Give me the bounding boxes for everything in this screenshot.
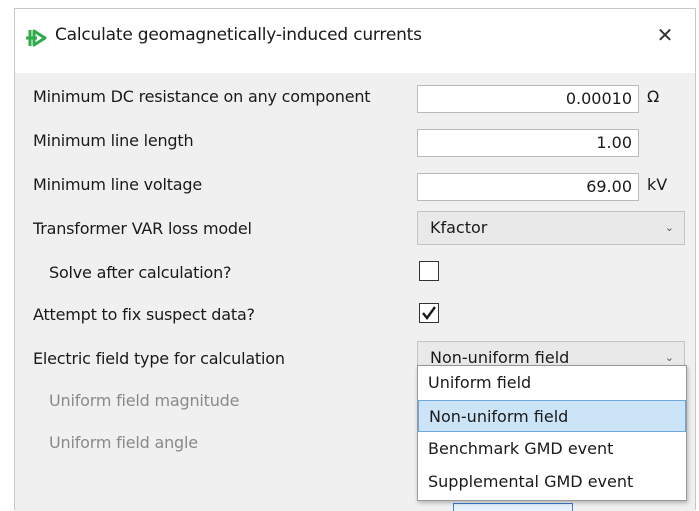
gic-dialog: Calculate geomagnetically-induced curren…	[14, 8, 696, 511]
min-line-voltage-input[interactable]: 69.00	[417, 173, 639, 201]
min-dc-resistance-input[interactable]: 0.00010	[417, 85, 639, 113]
transformer-var-loss-select[interactable]: Kfactor ⌄	[417, 211, 685, 245]
uniform-field-angle-label: Uniform field angle	[49, 433, 198, 452]
transformer-var-loss-value: Kfactor	[430, 218, 488, 237]
min-line-voltage-label: Minimum line voltage	[33, 175, 202, 194]
chevron-down-icon: ⌄	[664, 221, 674, 234]
dropdown-option-supplemental-gmd-event[interactable]: Supplemental GMD event	[418, 466, 686, 498]
min-dc-resistance-label: Minimum DC resistance on any component	[33, 87, 371, 106]
uniform-field-magnitude-label: Uniform field magnitude	[49, 391, 240, 410]
dropdown-option-benchmark-gmd-event[interactable]: Benchmark GMD event	[418, 433, 686, 465]
electric-field-type-dropdown: Uniform field Non-uniform field Benchmar…	[417, 365, 687, 501]
kv-unit-label: kV	[647, 175, 668, 194]
title-bar: Calculate geomagnetically-induced curren…	[15, 9, 695, 61]
solve-after-calc-checkbox[interactable]	[419, 261, 439, 281]
transformer-var-loss-label: Transformer VAR loss model	[33, 219, 252, 238]
close-icon: ✕	[656, 23, 674, 47]
min-line-length-input[interactable]: 1.00	[417, 129, 639, 157]
dropdown-option-non-uniform-field[interactable]: Non-uniform field	[418, 400, 686, 432]
ohm-unit-label: Ω	[647, 87, 660, 106]
min-line-length-label: Minimum line length	[33, 131, 194, 150]
solve-after-calc-label: Solve after calculation?	[49, 263, 232, 282]
electric-field-type-label: Electric field type for calculation	[33, 349, 285, 368]
checkmark-icon	[422, 306, 436, 320]
green-arrow-icon	[26, 29, 47, 47]
close-button[interactable]: ✕	[651, 21, 679, 49]
dropdown-option-uniform-field[interactable]: Uniform field	[418, 367, 686, 399]
attempt-fix-label: Attempt to fix suspect data?	[33, 305, 255, 324]
attempt-fix-checkbox[interactable]	[419, 303, 439, 323]
dialog-title: Calculate geomagnetically-induced curren…	[55, 25, 422, 45]
